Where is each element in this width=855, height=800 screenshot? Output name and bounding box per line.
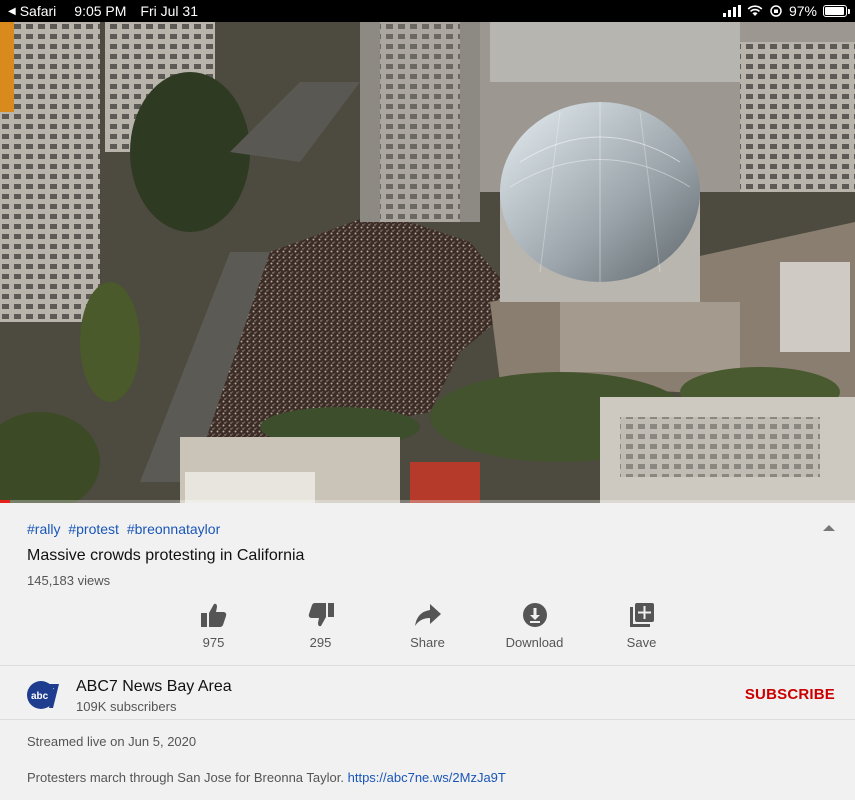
video-player[interactable] xyxy=(0,22,855,503)
save-playlist-icon xyxy=(629,603,654,627)
subscriber-count: 109K subscribers xyxy=(76,699,177,714)
thumbs-up-icon xyxy=(200,603,226,627)
share-label: Share xyxy=(410,635,445,650)
view-count: 145,183 views xyxy=(27,573,111,588)
channel-name[interactable]: ABC7 News Bay Area xyxy=(76,678,232,696)
subscribe-button[interactable]: SUBSCRIBE xyxy=(745,686,835,703)
stream-date: Streamed live on Jun 5, 2020 xyxy=(27,734,197,749)
hashtag-link[interactable]: #rally xyxy=(27,521,60,537)
hashtag-link[interactable]: #breonnataylor xyxy=(127,521,220,537)
orientation-lock-icon xyxy=(770,5,782,17)
hashtag-list: #rally #protest #breonnataylor xyxy=(27,521,224,537)
cellular-signal-icon xyxy=(722,5,741,17)
thumbs-down-icon xyxy=(308,603,334,627)
share-button[interactable]: Share xyxy=(374,601,481,653)
description-link[interactable]: https://abc7ne.ws/2MzJa9T xyxy=(348,770,506,785)
video-frame-aerial-crowd xyxy=(0,22,855,503)
download-label: Download xyxy=(505,635,564,650)
save-label: Save xyxy=(626,635,657,650)
channel-row[interactable]: abc ABC7 News Bay Area 109K subscribers … xyxy=(0,666,855,721)
logo-text: abc xyxy=(31,691,49,702)
download-button[interactable]: Download xyxy=(481,601,588,653)
divider xyxy=(0,719,855,720)
like-button[interactable]: 975 xyxy=(160,601,267,653)
dislike-count: 295 xyxy=(309,635,332,650)
status-bar: ◀ Safari 9:05 PM Fri Jul 31 97% xyxy=(0,0,855,22)
collapse-description-icon[interactable] xyxy=(823,525,835,531)
download-icon xyxy=(522,603,547,627)
battery-icon xyxy=(823,5,850,17)
channel-avatar-abc7-logo[interactable]: abc xyxy=(26,678,60,712)
action-bar: 975 295 Share Download Save xyxy=(160,601,695,653)
back-app-label: Safari xyxy=(19,3,57,19)
dislike-button[interactable]: 295 xyxy=(267,601,374,653)
video-info-panel: #rally #protest #breonnataylor Massive c… xyxy=(0,503,855,800)
video-description: Protesters march through San Jose for Br… xyxy=(27,770,506,785)
like-count: 975 xyxy=(202,635,225,650)
save-button[interactable]: Save xyxy=(588,601,695,653)
back-to-app[interactable]: ◀ Safari xyxy=(8,3,56,19)
share-icon xyxy=(414,604,441,626)
description-text: Protesters march through San Jose for Br… xyxy=(27,770,348,785)
battery-percent: 97% xyxy=(788,3,817,19)
clock: 9:05 PM xyxy=(74,3,127,19)
wifi-icon xyxy=(747,5,763,16)
back-arrow-icon: ◀ xyxy=(8,5,16,17)
video-title: Massive crowds protesting in California xyxy=(27,547,305,564)
hashtag-link[interactable]: #protest xyxy=(68,521,119,537)
date: Fri Jul 31 xyxy=(140,3,198,19)
